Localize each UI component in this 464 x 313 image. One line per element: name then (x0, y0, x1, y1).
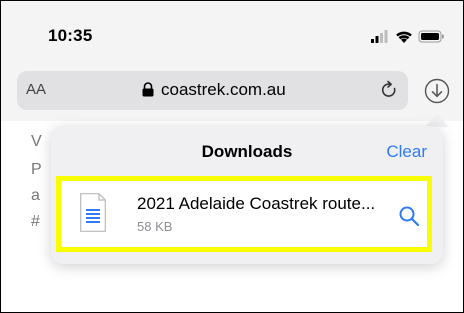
battery-icon (418, 30, 444, 43)
file-size: 58 KB (137, 219, 173, 234)
download-item[interactable]: 2021 Adelaide Coastrek route... 58 KB (56, 176, 432, 252)
lock-icon (142, 82, 154, 97)
popover-title: Downloads (201, 142, 293, 161)
page-text-fragment: a (31, 187, 40, 204)
text-size-button[interactable]: AA (26, 81, 46, 98)
status-icons (371, 30, 444, 43)
page-text-fragment: P (31, 161, 42, 178)
browser-top-bar: 10:35 AA coastrek.com.au (1, 1, 463, 121)
address-bar[interactable]: AA coastrek.com.au (17, 71, 408, 110)
download-arrow-icon[interactable] (424, 78, 450, 104)
wifi-icon (396, 31, 412, 43)
screen: 10:35 AA coastrek.com.au V P a # Downloa… (0, 0, 464, 313)
status-time: 10:35 (48, 26, 93, 45)
page-text-fragment: V (31, 133, 42, 150)
url-domain[interactable]: coastrek.com.au (161, 80, 286, 100)
cellular-signal-icon (371, 30, 388, 43)
document-icon (80, 193, 106, 232)
magnifying-glass-icon[interactable] (398, 205, 420, 227)
page-text-fragment: # (31, 213, 40, 230)
reload-icon[interactable] (379, 80, 399, 100)
downloads-popover: Downloads Clear 2021 Adelaide Coastrek r… (51, 126, 443, 264)
clear-button[interactable]: Clear (386, 142, 427, 162)
file-name: 2021 Adelaide Coastrek route... (137, 194, 376, 213)
